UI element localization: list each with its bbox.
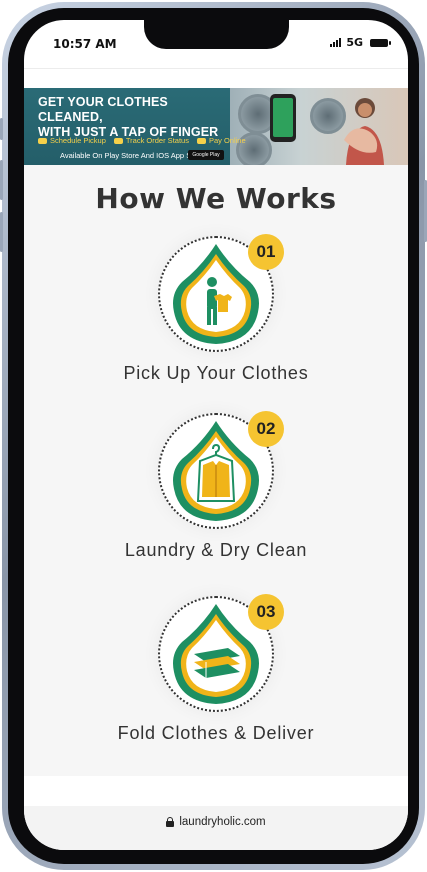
mute-switch: [0, 118, 3, 140]
banner-availability: Available On Play Store And IOS App Stor…: [60, 151, 205, 160]
page-footer-space: [24, 776, 408, 806]
payment-icon: [196, 137, 206, 144]
step-number-badge: 03: [248, 594, 284, 630]
step-number-badge: 02: [248, 411, 284, 447]
app-phone-image: [270, 94, 296, 142]
feature-label: Pay Online: [208, 136, 246, 145]
status-time: 10:57 AM: [53, 37, 117, 51]
banner-title: GET YOUR CLOTHES CLEANED, WITH JUST A TA…: [38, 95, 228, 140]
truck-icon: [38, 137, 47, 144]
step-laundry: 02 Laundry & Dry Clean: [24, 411, 408, 583]
step-pickup: 01 Pick Up Your Clothes: [24, 234, 408, 406]
step-label: Fold Clothes & Deliver: [117, 723, 315, 743]
step-label: Pick Up Your Clothes: [123, 363, 309, 383]
step-label: Laundry & Dry Clean: [124, 540, 308, 560]
google-play-badge[interactable]: Google Play: [188, 150, 224, 160]
feature-track-order: Track Order Status: [113, 136, 189, 145]
step-number-badge: 01: [248, 234, 284, 270]
promo-banner[interactable]: GET YOUR CLOTHES CLEANED, WITH JUST A TA…: [24, 88, 408, 165]
feature-label: Track Order Status: [125, 136, 189, 145]
lock-icon: [166, 817, 175, 827]
header-divider: [24, 68, 408, 69]
woman-with-laundry-image: [344, 98, 384, 165]
volume-up-button: [0, 160, 3, 200]
url-text[interactable]: laundryholic.com: [179, 816, 265, 828]
tracking-icon: [113, 137, 123, 144]
notch: [144, 20, 289, 49]
feature-pay-online: Pay Online: [196, 136, 246, 145]
page-content[interactable]: GET YOUR CLOTHES CLEANED, WITH JUST A TA…: [24, 88, 408, 776]
signal-icon: [330, 38, 342, 47]
phone-screen: 10:57 AM 5G GET YOUR CLOTHES CLEANED, WI…: [24, 20, 408, 850]
battery-icon: [370, 38, 391, 47]
banner-title-line: GET YOUR CLOTHES CLEANED,: [38, 95, 168, 124]
section-heading: How We Works: [95, 182, 337, 215]
feature-label: Schedule Pickup: [50, 136, 106, 145]
banner-features: Schedule Pickup Track Order Status Pay O…: [38, 136, 246, 145]
feature-schedule-pickup: Schedule Pickup: [38, 136, 106, 145]
step-deliver: 03 Fold Clothes & Deliver: [24, 594, 408, 766]
status-indicators: 5G: [330, 36, 391, 49]
volume-down-button: [0, 212, 3, 252]
browser-url-bar[interactable]: laundryholic.com: [24, 806, 408, 850]
network-type: 5G: [346, 36, 363, 49]
